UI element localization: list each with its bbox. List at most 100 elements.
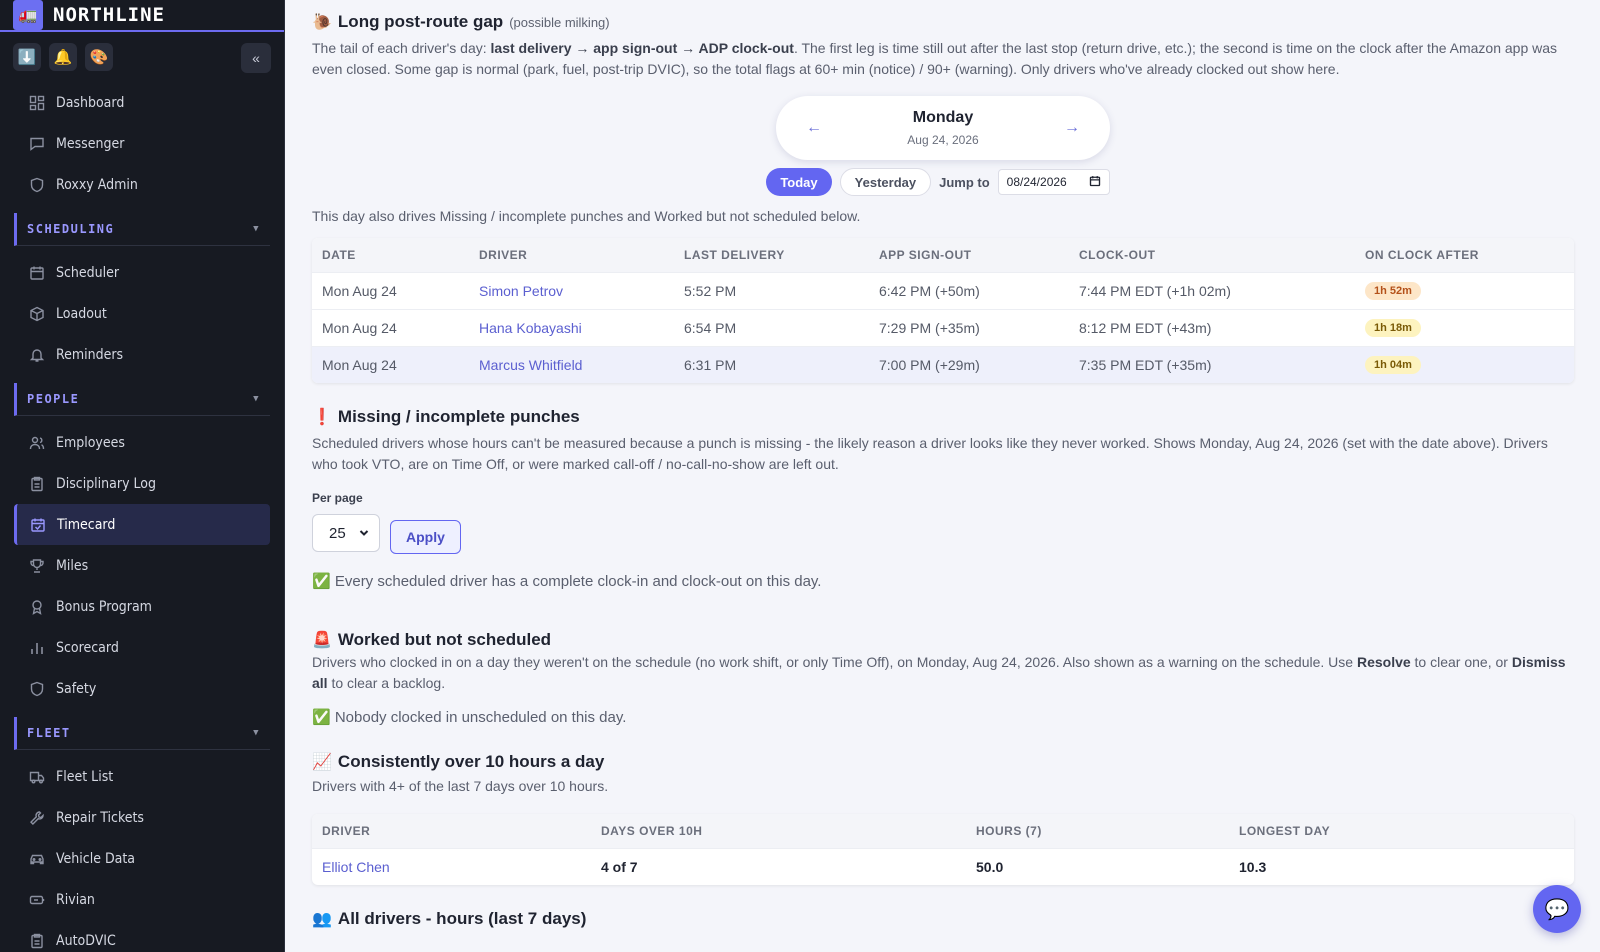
caret-down-icon: ▼ bbox=[253, 224, 260, 234]
shield-icon bbox=[28, 680, 46, 698]
sidebar-item-label: Miles bbox=[56, 557, 89, 574]
cell-on-clock-after: 1h 52m bbox=[1355, 271, 1574, 309]
sidebar-item-miles[interactable]: Miles bbox=[0, 545, 270, 586]
section-title: FLEET bbox=[27, 726, 71, 740]
sidebar-item-reminders[interactable]: Reminders bbox=[0, 334, 270, 375]
sidebar-item-fleet-list[interactable]: Fleet List bbox=[0, 756, 270, 797]
table-row: Mon Aug 24 Hana Kobayashi 6:54 PM 7:29 P… bbox=[312, 308, 1574, 346]
sidebar-item-scorecard[interactable]: Scorecard bbox=[0, 627, 270, 668]
award-icon bbox=[28, 598, 46, 616]
prev-day-arrow-icon[interactable]: ← bbox=[806, 119, 822, 137]
section-heading: 👥 All drivers - hours (last 7 days) bbox=[312, 909, 1574, 929]
sidebar-item-label: Rivian bbox=[56, 891, 95, 908]
sidebar: 🚛 NORTHLINE ⬇️ 🔔 🎨 « Dashboard Messenger… bbox=[0, 0, 285, 952]
sidebar-item-loadout[interactable]: Loadout bbox=[0, 293, 270, 334]
sidebar-item-label: Dashboard bbox=[56, 94, 125, 111]
cell-last-delivery: 5:52 PM bbox=[674, 271, 869, 309]
sidebar-item-label: Fleet List bbox=[56, 768, 114, 785]
cell-app-signout: 6:42 PM (+50m) bbox=[869, 271, 1069, 309]
cell-driver: Simon Petrov bbox=[469, 271, 674, 309]
column-header: LONGEST DAY bbox=[1229, 814, 1574, 848]
day-display: Monday Aug 24, 2026 bbox=[907, 109, 978, 147]
section-fleet[interactable]: FLEET ▼ bbox=[14, 717, 270, 750]
section-heading: 📈 Consistently over 10 hours a day bbox=[312, 752, 1574, 772]
sidebar-item-label: Scheduler bbox=[56, 264, 120, 281]
per-page-label: Per page bbox=[312, 491, 363, 505]
section-title: Worked but not scheduled bbox=[337, 630, 552, 649]
column-header: LAST DELIVERY bbox=[674, 238, 869, 272]
sidebar-item-messenger[interactable]: Messenger bbox=[0, 123, 270, 164]
sidebar-item-label: Bonus Program bbox=[56, 598, 152, 615]
sidebar-item-label: Employees bbox=[56, 434, 125, 451]
per-page-select[interactable]: 25 bbox=[312, 514, 380, 552]
day-note: This day also drives Missing / incomplet… bbox=[312, 208, 861, 224]
notifications-bell-icon[interactable]: 🔔 bbox=[49, 43, 77, 71]
truck-icon bbox=[28, 768, 46, 786]
cell-last-delivery: 6:54 PM bbox=[674, 308, 869, 346]
people-icon: 👥 bbox=[312, 911, 332, 928]
per-page-row: 25 Apply bbox=[312, 512, 1574, 554]
sidebar-item-label: Timecard bbox=[57, 516, 116, 533]
collapse-sidebar-button[interactable]: « bbox=[241, 43, 271, 73]
brand-name: NORTHLINE bbox=[53, 4, 165, 26]
date-input[interactable]: 08/24/2026 bbox=[997, 169, 1110, 195]
day-picker: ← Monday Aug 24, 2026 → bbox=[776, 96, 1110, 160]
caret-down-icon: ▼ bbox=[253, 728, 260, 738]
day-controls: Today Yesterday Jump to 08/24/2026 bbox=[302, 168, 1574, 196]
cell-clock-out: 8:12 PM EDT (+43m) bbox=[1069, 308, 1355, 346]
section-description: Scheduled drivers whose hours can't be m… bbox=[312, 435, 1548, 472]
sidebar-item-safety[interactable]: Safety bbox=[0, 668, 270, 709]
sidebar-item-repair-tickets[interactable]: Repair Tickets bbox=[0, 797, 270, 838]
caret-down-icon: ▼ bbox=[253, 394, 260, 404]
column-header: DRIVER bbox=[312, 814, 591, 848]
section-title: SCHEDULING bbox=[27, 222, 115, 236]
sidebar-item-rivian[interactable]: Rivian bbox=[0, 879, 270, 920]
table-row: Mon Aug 24 Marcus Whitfield 6:31 PM 7:00… bbox=[312, 345, 1574, 383]
brand[interactable]: 🚛 NORTHLINE bbox=[0, 0, 284, 32]
column-header: APP SIGN-OUT bbox=[869, 238, 1069, 272]
cell-app-signout: 7:29 PM (+35m) bbox=[869, 308, 1069, 346]
cell-days-over: 4 of 7 bbox=[591, 847, 966, 885]
section-description: Drivers who clocked in on a day they wer… bbox=[312, 654, 1566, 691]
cell-last-delivery: 6:31 PM bbox=[674, 345, 869, 383]
section-description: The tail of each driver's day: last deli… bbox=[312, 40, 1558, 77]
trending-up-icon: 📈 bbox=[312, 754, 332, 771]
day-name: Monday bbox=[912, 109, 974, 126]
jump-to-label: Jump to bbox=[939, 174, 990, 190]
theme-palette-icon[interactable]: 🎨 bbox=[85, 43, 113, 71]
sidebar-item-employees[interactable]: Employees bbox=[0, 422, 270, 463]
sidebar-item-vehicle-data[interactable]: Vehicle Data bbox=[0, 838, 270, 879]
cell-date: Mon Aug 24 bbox=[312, 345, 469, 383]
sidebar-item-roxxy-admin[interactable]: Roxxy Admin bbox=[0, 164, 270, 205]
next-day-arrow-icon[interactable]: → bbox=[1064, 119, 1080, 137]
sidebar-item-disciplinary-log[interactable]: Disciplinary Log bbox=[0, 463, 270, 504]
snail-icon: 🐌 bbox=[312, 14, 332, 31]
section-title: Consistently over 10 hours a day bbox=[337, 752, 605, 771]
cell-clock-out: 7:35 PM EDT (+35m) bbox=[1069, 345, 1355, 383]
download-icon[interactable]: ⬇️ bbox=[13, 43, 41, 71]
calendar-icon[interactable] bbox=[1089, 175, 1101, 190]
driver-link[interactable]: Marcus Whitfield bbox=[479, 357, 582, 373]
empty-state-message: ✅ Every scheduled driver has a complete … bbox=[312, 573, 822, 590]
driver-link[interactable]: Elliot Chen bbox=[322, 859, 390, 875]
table-header-row: DRIVER DAYS OVER 10H HOURS (7) LONGEST D… bbox=[312, 814, 1574, 848]
today-button[interactable]: Today bbox=[766, 168, 832, 196]
sidebar-item-scheduler[interactable]: Scheduler bbox=[0, 252, 270, 293]
sidebar-item-autodvic[interactable]: AutoDVIC bbox=[0, 920, 270, 952]
yesterday-button[interactable]: Yesterday bbox=[839, 168, 932, 196]
chat-bubble-icon: 💬 bbox=[1544, 898, 1570, 921]
apply-button[interactable]: Apply bbox=[390, 520, 461, 554]
driver-link[interactable]: Simon Petrov bbox=[479, 283, 563, 299]
section-scheduling[interactable]: SCHEDULING ▼ bbox=[14, 213, 270, 246]
cell-driver: Hana Kobayashi bbox=[469, 308, 674, 346]
sidebar-item-dashboard[interactable]: Dashboard bbox=[0, 82, 270, 123]
chat-launcher-button[interactable]: 💬 bbox=[1533, 885, 1581, 933]
driver-link[interactable]: Hana Kobayashi bbox=[479, 320, 582, 336]
cell-longest-day: 10.3 bbox=[1229, 847, 1574, 885]
sidebar-item-bonus-program[interactable]: Bonus Program bbox=[0, 586, 270, 627]
cell-date: Mon Aug 24 bbox=[312, 308, 469, 346]
wrench-icon bbox=[28, 809, 46, 827]
cell-on-clock-after: 1h 18m bbox=[1355, 308, 1574, 346]
sidebar-item-timecard[interactable]: Timecard bbox=[14, 504, 270, 545]
section-people[interactable]: PEOPLE ▼ bbox=[14, 383, 270, 416]
